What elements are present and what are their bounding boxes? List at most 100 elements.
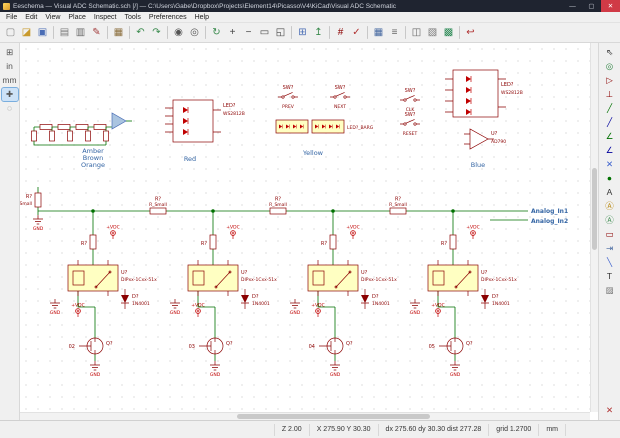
tool-units-mm-icon[interactable]: mm xyxy=(2,74,18,87)
toolbar-back-annotate-icon[interactable]: ↩ xyxy=(463,25,478,41)
blue-opamp[interactable] xyxy=(470,129,488,149)
bus-resistor-2[interactable] xyxy=(269,197,287,215)
tool-import-sheet-pin-icon[interactable]: ⇥ xyxy=(602,242,618,255)
toolbar-erc-icon[interactable]: ✓ xyxy=(349,25,364,41)
tool-wire-to-bus-entry-icon[interactable]: ∠ xyxy=(602,130,618,143)
eeschema-app-icon xyxy=(3,3,10,10)
menu-edit[interactable]: Edit xyxy=(21,14,41,21)
relay-driver-block-2[interactable] xyxy=(170,209,277,378)
toolbar-print-icon[interactable]: ▥ xyxy=(73,25,88,41)
menu-inspect[interactable]: Inspect xyxy=(90,14,121,21)
toolbar-separator xyxy=(367,26,368,39)
toolbar-new-schematic-icon[interactable]: ▢ xyxy=(3,25,18,41)
toolbar-undo-icon[interactable]: ↶ xyxy=(133,25,148,41)
minimize-button[interactable]: — xyxy=(563,0,582,12)
tool-hidden-pins-icon[interactable]: ◌ xyxy=(2,102,18,115)
amber-opamp[interactable] xyxy=(112,113,126,129)
toolbar-zoom-selection-icon[interactable]: ◱ xyxy=(273,25,288,41)
toolbar-plot-icon[interactable]: ✎ xyxy=(89,25,104,41)
horizontal-scroll-thumb[interactable] xyxy=(237,414,431,419)
toolbar-paste-icon[interactable]: ▦ xyxy=(111,25,126,41)
tool-cursor-shape-icon[interactable]: ✚ xyxy=(2,88,18,101)
tool-place-power-icon[interactable]: ⊥ xyxy=(602,88,618,101)
tool-global-label-icon[interactable]: Ⓐ xyxy=(602,200,618,213)
toolbar-hierarchy-navigator-icon[interactable]: ⊞ xyxy=(295,25,310,41)
tool-bus-to-bus-entry-icon[interactable]: ∠ xyxy=(602,144,618,157)
analog-bus[interactable]: Analog_In1 Analog_In2 R? R_Small xyxy=(20,187,568,232)
toolbar-edit-symbol-fields-icon[interactable]: ▦ xyxy=(371,25,386,41)
tool-junction-icon[interactable]: ● xyxy=(602,172,618,185)
menu-help[interactable]: Help xyxy=(191,14,213,21)
yellow-label: Yellow xyxy=(302,149,324,157)
tool-units-inch-icon[interactable]: in xyxy=(2,60,18,73)
maximize-button[interactable]: ▢ xyxy=(582,0,601,12)
toolbar-find-icon[interactable]: ◉ xyxy=(171,25,186,41)
svg-text:SW?: SW? xyxy=(283,85,294,91)
toolbar-run-pcbnew-icon[interactable]: ▩ xyxy=(441,25,456,41)
bus-resistor-1[interactable] xyxy=(149,197,167,215)
toolbar-leave-sheet-icon[interactable]: ↥ xyxy=(311,25,326,41)
switch-reset[interactable] xyxy=(400,119,420,125)
vertical-scroll-thumb[interactable] xyxy=(592,168,597,249)
toolbar-separator xyxy=(53,26,54,39)
tool-place-image-icon[interactable]: ▨ xyxy=(602,284,618,297)
vertical-scrollbar[interactable] xyxy=(590,43,598,412)
blue-label: Blue xyxy=(471,161,485,169)
toolbar-refresh-icon[interactable]: ↻ xyxy=(209,25,224,41)
switch-reset-label: RESET xyxy=(403,131,418,137)
opamp-value: AD790 xyxy=(491,139,506,145)
switch-prev-label: PREV xyxy=(282,104,295,110)
toolbar-page-settings-icon[interactable]: ▤ xyxy=(57,25,72,41)
schematic-canvas[interactable]: GND +VDC xyxy=(20,43,598,420)
amber-ladder-circuit[interactable]: Amber Brown Orange xyxy=(32,113,133,169)
status-zoom: Z 2.00 xyxy=(274,424,309,436)
window-title: Eeschema — Visual ADC Schematic.sch [/] … xyxy=(13,3,560,10)
net-label-analog-in1[interactable]: Analog_In1 xyxy=(531,208,568,215)
toolbar-open-schematic-icon[interactable]: ◪ xyxy=(19,25,34,41)
tool-delete-icon[interactable]: ✕ xyxy=(602,404,618,417)
toolbar-annotate-icon[interactable]: # xyxy=(333,25,348,41)
tool-hierarchical-sheet-icon[interactable]: ▭ xyxy=(602,228,618,241)
switch-prev[interactable] xyxy=(278,92,298,98)
toolbar-zoom-in-icon[interactable]: + xyxy=(225,25,240,41)
menu-file[interactable]: File xyxy=(2,14,21,21)
menu-view[interactable]: View xyxy=(41,14,64,21)
horizontal-scrollbar[interactable] xyxy=(20,412,590,420)
left-toolbar: ⊞ in mm ✚ ◌ xyxy=(0,43,20,420)
tool-graphic-line-icon[interactable]: ╲ xyxy=(602,256,618,269)
menu-place[interactable]: Place xyxy=(64,14,90,21)
switch-next[interactable] xyxy=(330,92,350,98)
tool-toggle-grid-icon[interactable]: ⊞ xyxy=(2,46,18,59)
tool-graphic-text-icon[interactable]: T xyxy=(602,270,618,283)
net-label-analog-in2[interactable]: Analog_In2 xyxy=(531,218,568,225)
tool-hierarchical-label-icon[interactable]: Ⓐ xyxy=(602,214,618,227)
menu-preferences[interactable]: Preferences xyxy=(145,14,191,21)
toolbar-bom-icon[interactable]: ≡ xyxy=(387,25,402,41)
switch-clk[interactable] xyxy=(400,95,420,101)
toolbar-zoom-out-icon[interactable]: − xyxy=(241,25,256,41)
relay-driver-block-3[interactable] xyxy=(290,209,397,378)
tool-highlight-net-icon[interactable]: ◎ xyxy=(602,60,618,73)
tool-net-label-icon[interactable]: A xyxy=(602,186,618,199)
tool-select-cursor-icon[interactable]: ⇖ xyxy=(602,46,618,59)
tool-place-symbol-icon[interactable]: ▷ xyxy=(602,74,618,87)
toolbar-find-replace-icon[interactable]: ◎ xyxy=(187,25,202,41)
relay-driver-block-4[interactable] xyxy=(410,209,517,378)
blue-led-array[interactable]: LED? WS2812B U? AD790 Blue xyxy=(445,70,523,169)
toolbar-zoom-fit-icon[interactable]: ▭ xyxy=(257,25,272,41)
toolbar-assign-footprints-icon[interactable]: ◫ xyxy=(409,25,424,41)
toolbar-save-icon[interactable]: ▣ xyxy=(35,25,50,41)
relay-driver-block-1[interactable] xyxy=(50,209,157,378)
menu-tools[interactable]: Tools xyxy=(120,14,144,21)
tool-place-bus-icon[interactable]: ╱ xyxy=(602,116,618,129)
red-led-array[interactable]: LED? WS2812B Red xyxy=(165,100,245,163)
toolbar-redo-icon[interactable]: ↷ xyxy=(149,25,164,41)
toolbar-generate-netlist-icon[interactable]: ▧ xyxy=(425,25,440,41)
bus-resistor-3[interactable] xyxy=(389,197,407,215)
yellow-section[interactable]: SW? PREV SW? NEXT LED?_BARG xyxy=(276,85,420,157)
tool-no-connect-icon[interactable]: ✕ xyxy=(602,158,618,171)
driver-num-1: 02 xyxy=(69,344,75,350)
tool-place-wire-icon[interactable]: ╱ xyxy=(602,102,618,115)
statusbar-end-spacer xyxy=(565,424,620,436)
close-button[interactable]: ✕ xyxy=(601,0,620,12)
